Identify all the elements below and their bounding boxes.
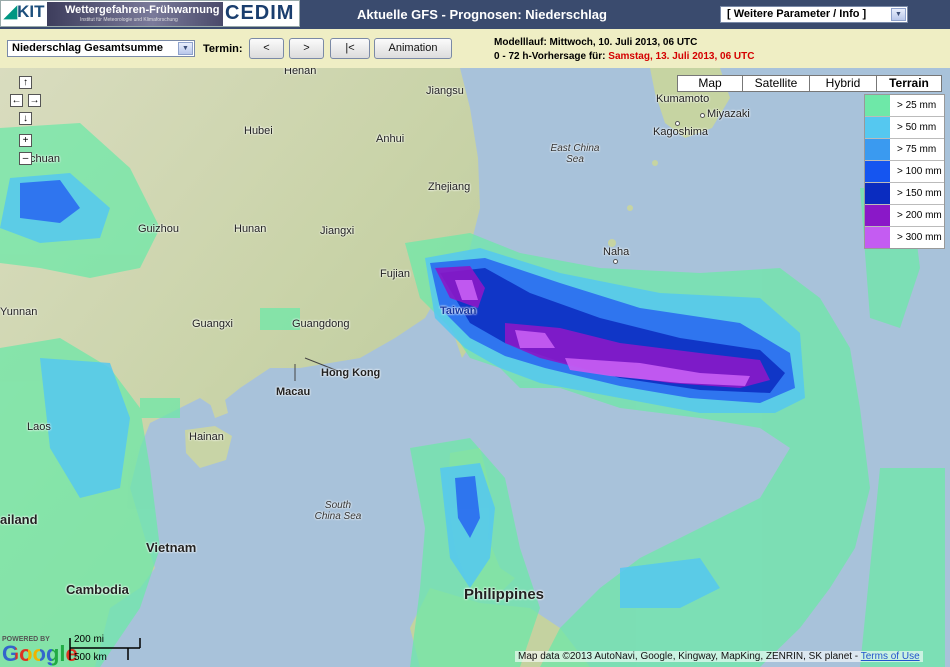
map-type-satellite[interactable]: Satellite <box>742 75 810 92</box>
label-zhejiang: Zhejiang <box>428 181 471 193</box>
city-dot <box>613 259 618 264</box>
forecast-date: Samstag, 13. Juli 2013, 06 UTC <box>608 51 755 62</box>
label-east-china-sea: East China Sea <box>550 143 600 165</box>
legend-row: > 100 mm <box>865 161 944 183</box>
pan-up-icon[interactable]: ↑ <box>19 76 32 89</box>
map-type-control: Map Satellite Hybrid Terrain <box>677 75 942 92</box>
scale-bar: 200 mi 500 km <box>68 634 143 663</box>
label-guizhou: Guizhou <box>138 223 179 235</box>
label-henan: Henan <box>284 68 317 77</box>
legend-row: > 25 mm <box>865 95 944 117</box>
kit-logo: ◢KIT <box>4 2 45 21</box>
label-jiangxi: Jiangxi <box>320 225 355 237</box>
chevron-down-icon[interactable]: ▼ <box>178 42 193 55</box>
legend-swatch <box>865 117 890 138</box>
label-miyazaki: Miyazaki <box>707 108 750 120</box>
legend-swatch <box>865 139 890 160</box>
forecast-text: 0 - 72 h-Vorhersage für: Samstag, 13. Ju… <box>494 51 755 62</box>
label-hongkong: Hong Kong <box>321 367 381 379</box>
label-jiangsu: Jiangsu <box>426 85 464 97</box>
label-yunnan: Yunnan <box>0 306 38 318</box>
label-south-china-sea: South China Sea <box>314 500 362 522</box>
precipitation-type-select[interactable]: Niederschlag Gesamtsumme ▼ <box>7 40 195 57</box>
legend-row: > 50 mm <box>865 117 944 139</box>
label-laos: Laos <box>27 421 51 433</box>
label-hubei: Hubei <box>244 125 273 137</box>
scale-miles: 200 mi <box>74 634 105 645</box>
label-thailand: ailand <box>0 512 38 527</box>
previous-button[interactable]: < <box>249 38 284 59</box>
legend-swatch <box>865 95 890 116</box>
wfw-logo: Wettergefahren-Frühwarnung Institut für … <box>47 2 223 26</box>
model-run-text: Modelllauf: Mittwoch, 10. Juli 2013, 06 … <box>494 37 698 48</box>
map-type-terrain[interactable]: Terrain <box>876 75 942 92</box>
label-fujian: Fujian <box>380 268 410 280</box>
next-button[interactable]: > <box>289 38 324 59</box>
label-guangdong: Guangdong <box>292 318 350 330</box>
precipitation-legend: > 25 mm > 50 mm > 75 mm > 100 mm > 150 m… <box>864 94 945 249</box>
animation-button[interactable]: Animation <box>374 38 452 59</box>
zoom-out-icon[interactable]: – <box>19 152 32 165</box>
legend-swatch <box>865 161 890 182</box>
pan-right-icon[interactable]: → <box>28 94 41 107</box>
label-philippines: Philippines <box>464 586 545 603</box>
map-canvas[interactable]: Henan Jiangsu Hubei Anhui chuan Zhejiang… <box>0 68 950 667</box>
legend-swatch <box>865 183 890 204</box>
label-anhui: Anhui <box>376 133 405 145</box>
pan-down-icon[interactable]: ↓ <box>19 112 32 125</box>
logo-strip: ◢KIT Wettergefahren-Frühwarnung Institut… <box>0 0 300 27</box>
label-macau: Macau <box>276 386 311 398</box>
label-kagoshima: Kagoshima <box>653 126 709 138</box>
pan-left-icon[interactable]: ← <box>10 94 23 107</box>
legend-row: > 75 mm <box>865 139 944 161</box>
header-bar: ◢KIT Wettergefahren-Frühwarnung Institut… <box>0 0 950 29</box>
terms-of-use-link[interactable]: Terms of Use <box>861 651 920 662</box>
label-hainan: Hainan <box>189 431 224 443</box>
map-type-hybrid[interactable]: Hybrid <box>809 75 877 92</box>
label-naha: Naha <box>603 246 630 258</box>
label-cambodia: Cambodia <box>66 582 129 597</box>
cedim-logo: CEDIM <box>225 2 295 24</box>
termin-label: Termin: <box>203 43 243 55</box>
legend-row: > 150 mm <box>865 183 944 205</box>
toolbar: Niederschlag Gesamtsumme ▼ Termin: < > |… <box>0 29 950 69</box>
label-kumamoto: Kumamoto <box>656 93 710 105</box>
legend-swatch <box>865 227 890 248</box>
map-background <box>0 68 950 667</box>
label-vietnam: Vietnam <box>146 540 197 555</box>
legend-row: > 300 mm <box>865 227 944 248</box>
scale-km: 500 km <box>74 652 107 663</box>
city-dot <box>700 113 705 118</box>
page-title: Aktuelle GFS - Prognosen: Niederschlag <box>357 7 607 22</box>
legend-row: > 200 mm <box>865 205 944 227</box>
chevron-down-icon[interactable]: ▼ <box>891 8 906 21</box>
parameter-select[interactable]: [ Weitere Parameter / Info ] ▼ <box>720 6 908 23</box>
map-type-map[interactable]: Map <box>677 75 743 92</box>
zoom-in-icon[interactable]: + <box>19 134 32 147</box>
label-taiwan: Taiwan <box>440 305 477 317</box>
label-hunan: Hunan <box>234 223 267 235</box>
label-guangxi: Guangxi <box>192 318 233 330</box>
first-button[interactable]: |< <box>330 38 370 59</box>
google-logo[interactable]: POWERED BY Google <box>2 636 78 665</box>
map-attribution: Map data ©2013 AutoNavi, Google, Kingway… <box>515 651 923 662</box>
legend-swatch <box>865 205 890 226</box>
label-sichuan: chuan <box>30 153 60 165</box>
